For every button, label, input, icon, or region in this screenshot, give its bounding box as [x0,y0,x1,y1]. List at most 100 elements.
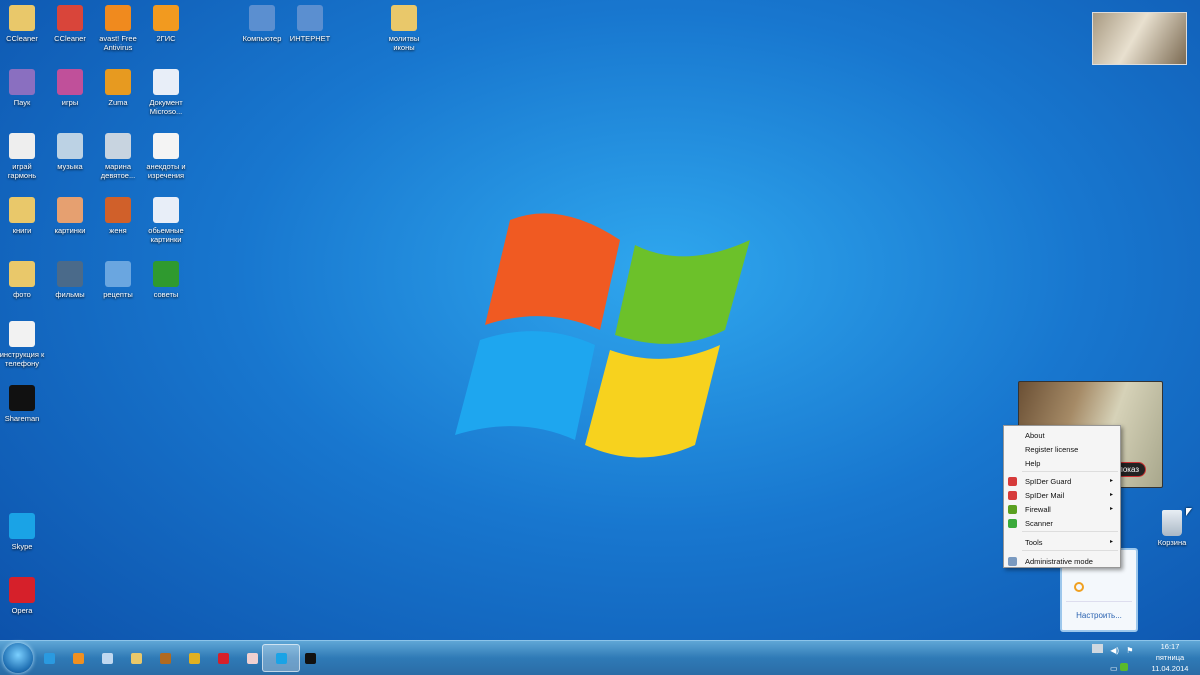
desktop-icon[interactable]: женя [94,194,142,235]
menu-item[interactable]: Administrative mode [1004,555,1120,568]
menu-separator [1022,471,1118,472]
menu-item[interactable]: Help [1004,457,1120,470]
app-icon [9,133,35,159]
desktop-icon[interactable]: ИНТЕРНЕТ [286,2,334,43]
desktop-icon-label: игры [61,98,79,107]
app-icon [105,133,131,159]
app-icon [153,197,179,223]
menu-item-label: SpIDer Guard [1025,477,1072,486]
drweb-context-menu: About Register license Help SpIDer Guard ▸ Sp… [1003,425,1121,568]
desktop-icon[interactable]: CCleaner [0,2,46,43]
app-icon [153,133,179,159]
menu-item[interactable]: SpIDer Guard ▸ [1004,475,1120,488]
start-button[interactable] [3,643,33,673]
desktop-icon-label: инструкция к телефону [0,350,45,368]
app-icon [9,385,35,411]
show-hidden-icons-button[interactable] [1092,644,1103,653]
action-center-flag-icon[interactable]: ⚑ [1126,646,1133,655]
network-icon[interactable]: ▭ [1110,664,1118,673]
drweb-tray-icon[interactable] [1119,663,1128,671]
desktop-icon[interactable]: Zuma [94,66,142,107]
desktop-icon[interactable]: обьемные картинки [142,194,190,244]
desktop-icon[interactable]: музыка [46,130,94,171]
customize-link[interactable]: Настроить... [1062,611,1136,620]
desktop-icon[interactable]: игры [46,66,94,107]
desktop-icon-label: женя [109,226,127,235]
desktop-icon[interactable]: советы [142,258,190,299]
menu-item[interactable]: Scanner [1004,517,1120,530]
clock-time: 16:17 [1160,642,1180,651]
app-icon [297,5,323,31]
taskbar-shareman-button[interactable] [291,644,329,672]
menu-item[interactable]: SpIDer Mail ▸ [1004,489,1120,502]
volume-icon[interactable]: ◀) [1110,646,1119,655]
desktop-icon[interactable]: фото [0,258,46,299]
desktop-icon[interactable]: картинки [46,194,94,235]
menu-item[interactable]: Register license [1004,443,1120,456]
desktop-icon[interactable]: анекдоты и изречения [142,130,190,180]
desktop-icon[interactable]: молитвы иконы [380,2,428,52]
desktop-icon-label: картинки [54,226,86,235]
desktop-icon[interactable]: книги [0,194,46,235]
menu-item[interactable]: Tools ▸ [1004,536,1120,549]
desktop-icon-label: книги [12,226,32,235]
desktop-icon[interactable]: фильмы [46,258,94,299]
app-icon [9,261,35,287]
app-icon [9,577,35,603]
tray-app-icon[interactable] [1074,582,1084,592]
app-icon [105,69,131,95]
desktop-icon[interactable]: Skype [0,510,46,551]
menu-item-label: About [1025,431,1045,440]
desktop-icon[interactable]: рецепты [94,258,142,299]
menu-item-icon [1008,519,1017,528]
clock-day: пятница [1155,653,1185,662]
desktop-icon-label: играй гармонь [7,162,37,180]
desktop-icon-label: музыка [57,162,83,171]
app-icon [153,5,179,31]
desktop-icon-label: 2ГИС [156,34,176,43]
desktop-icon-label: Паук [13,98,31,107]
desktop-icon[interactable]: Opera [0,574,46,615]
desktop-icon[interactable]: Паук [0,66,46,107]
divider [1066,601,1132,602]
clock[interactable]: 16:17 пятница 11.04.2014 [1150,641,1190,674]
desktop-icon[interactable]: инструкция к телефону [0,318,46,368]
desktop-icon-label: CCleaner [6,34,38,43]
desktop-icon[interactable]: Документ Microso... [142,66,190,116]
app-icon [105,261,131,287]
desktop-icon-label: обьемные картинки [148,226,184,244]
menu-item[interactable]: Firewall ▸ [1004,503,1120,516]
mouse-cursor-icon [1186,508,1192,516]
menu-item[interactable]: About [1004,429,1120,442]
desktop-icon[interactable]: 2ГИС [142,2,190,43]
menu-item-label: Firewall [1025,505,1051,514]
submenu-arrow-icon: ▸ [1109,492,1113,498]
desktop-icon[interactable]: играй гармонь [0,130,46,180]
recycle-bin-icon [1162,510,1182,536]
menu-item-label: SpIDer Mail [1025,491,1065,500]
app-icon [9,5,35,31]
app-icon [57,69,83,95]
menu-item-label: Tools [1025,538,1043,547]
app-icon [57,133,83,159]
desktop-icon[interactable]: Shareman [0,382,46,423]
menu-separator [1022,550,1118,551]
pdf-icon [246,652,258,664]
desktop-icon[interactable]: CCleaner [46,2,94,43]
opera-icon [217,652,229,664]
menu-item-label: Help [1025,459,1041,468]
desktop-icon-label: Документ Microso... [149,98,183,116]
app-icon [9,69,35,95]
notification-area: ◀) ⚑ ▭ [1092,644,1133,673]
skype-webcam-preview[interactable] [1092,12,1187,65]
desktop-icon-label: Shareman [4,414,40,423]
desktop-icon[interactable]: avast! Free Antivirus [94,2,142,52]
app-icon [57,197,83,223]
desktop-icon[interactable]: марина девятое... [94,130,142,180]
menu-separator [1022,531,1118,532]
submenu-arrow-icon: ▸ [1109,478,1113,484]
menu-item-label: Administrative mode [1025,557,1093,566]
app-icon [105,5,131,31]
desktop-icon[interactable]: Компьютер [238,2,286,43]
desktop-icon-label: Компьютер [242,34,282,43]
